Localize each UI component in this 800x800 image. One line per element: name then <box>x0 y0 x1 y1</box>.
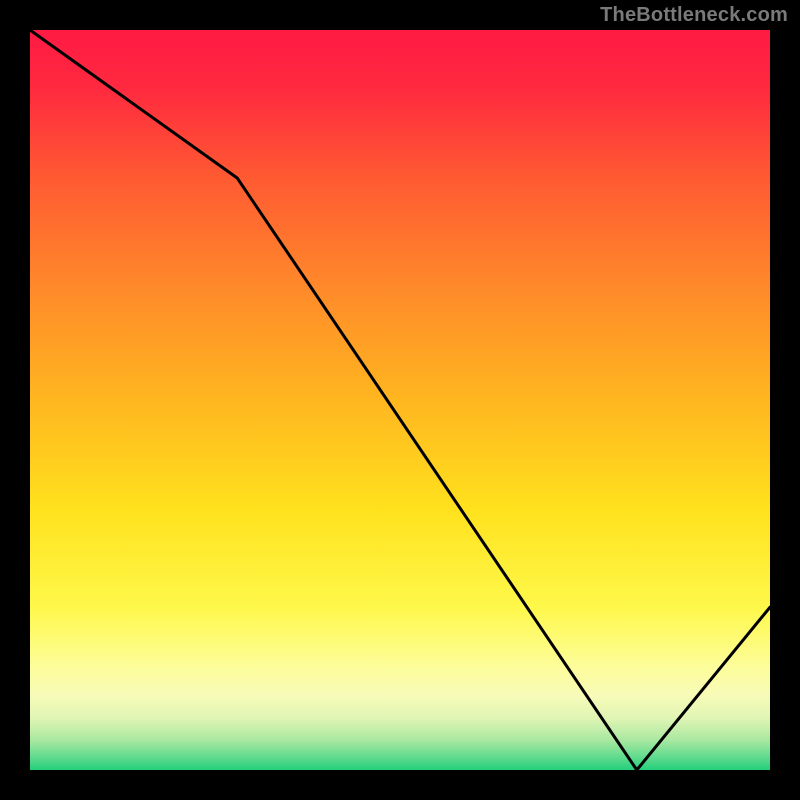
gradient-background <box>30 30 770 770</box>
attribution-text: TheBottleneck.com <box>600 4 788 27</box>
chart-svg <box>30 30 770 770</box>
chart-root: { "attribution": "TheBottleneck.com", "c… <box>0 0 800 800</box>
plot-area <box>30 30 770 770</box>
